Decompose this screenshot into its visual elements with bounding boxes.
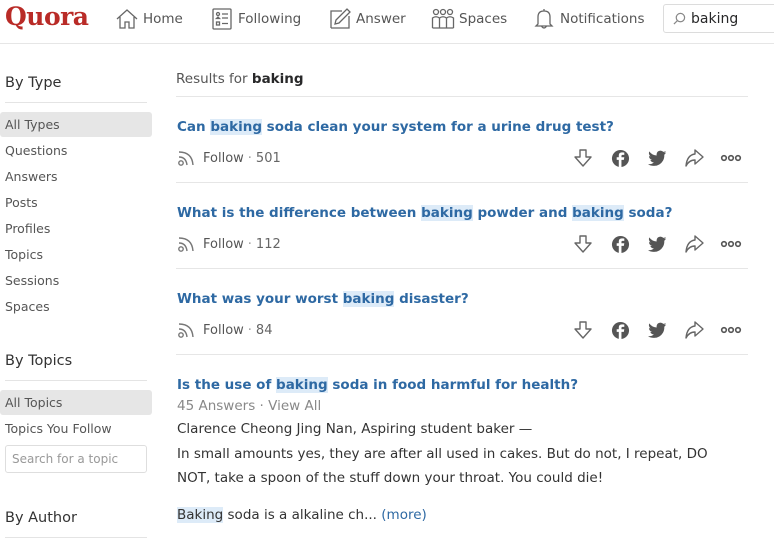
downvote-icon[interactable] bbox=[572, 233, 594, 255]
quora-logo[interactable]: Quora bbox=[5, 2, 89, 31]
following-icon bbox=[212, 8, 232, 30]
filter-sessions[interactable]: Sessions bbox=[0, 268, 152, 293]
divider bbox=[176, 182, 748, 183]
question-title-4[interactable]: Is the use of baking soda in food harmfu… bbox=[177, 377, 578, 393]
share-icon[interactable] bbox=[683, 233, 705, 255]
nav-home-label: Home bbox=[143, 11, 183, 27]
answer-text: In small amounts yes, they are after all… bbox=[177, 446, 708, 486]
facebook-icon[interactable] bbox=[609, 233, 631, 255]
follow-count: 501 bbox=[255, 151, 281, 166]
filter-spaces[interactable]: Spaces bbox=[0, 294, 152, 319]
filter-topics-you-follow[interactable]: Topics You Follow bbox=[0, 416, 152, 441]
facebook-icon[interactable] bbox=[609, 319, 631, 341]
search-icon bbox=[673, 12, 686, 25]
divider bbox=[5, 102, 147, 103]
divider bbox=[176, 96, 748, 97]
home-icon bbox=[116, 9, 138, 29]
downvote-icon[interactable] bbox=[572, 147, 594, 169]
more-icon[interactable] bbox=[720, 319, 742, 341]
nav-following[interactable]: Following bbox=[210, 5, 301, 33]
follow-row-3: Follow · 84 bbox=[177, 322, 272, 339]
filter-all-topics[interactable]: All Topics bbox=[0, 390, 152, 415]
share-icon[interactable] bbox=[683, 147, 705, 169]
search-input[interactable] bbox=[691, 10, 774, 27]
nav-notifications-label: Notifications bbox=[560, 11, 645, 27]
top-nav-bar: Quora Home Following Answer Spaces Notif… bbox=[0, 0, 774, 44]
nav-spaces-label: Spaces bbox=[459, 11, 508, 27]
nav-home[interactable]: Home bbox=[115, 5, 183, 33]
follow-button[interactable]: Follow bbox=[203, 323, 244, 338]
question-title-3[interactable]: What was your worst baking disaster? bbox=[177, 291, 469, 307]
follow-count: 112 bbox=[255, 237, 281, 252]
follow-count: 84 bbox=[255, 323, 273, 338]
downvote-icon[interactable] bbox=[572, 319, 594, 341]
by-type-heading: By Type bbox=[5, 75, 62, 91]
filter-questions[interactable]: Questions bbox=[0, 138, 152, 163]
results-query: baking bbox=[251, 71, 304, 87]
action-bar-3 bbox=[572, 319, 742, 341]
action-bar-1 bbox=[572, 147, 742, 169]
question-title-2[interactable]: What is the difference between baking po… bbox=[177, 205, 672, 221]
more-link[interactable]: (more) bbox=[381, 507, 427, 523]
filter-topics[interactable]: Topics bbox=[0, 242, 152, 267]
nav-spaces[interactable]: Spaces bbox=[431, 5, 507, 33]
divider bbox=[5, 537, 147, 538]
answers-count: 45 Answers bbox=[177, 398, 256, 414]
results-prefix: Results for bbox=[176, 71, 248, 87]
action-bar-2 bbox=[572, 233, 742, 255]
twitter-icon[interactable] bbox=[646, 233, 668, 255]
answer-author[interactable]: Clarence Cheong Jing Nan, Aspiring stude… bbox=[177, 421, 532, 437]
answer-meta: 45 Answers · View All bbox=[177, 398, 321, 414]
by-topics-heading: By Topics bbox=[5, 353, 73, 369]
spaces-icon bbox=[431, 8, 455, 29]
answer-icon bbox=[330, 8, 351, 29]
divider bbox=[176, 268, 748, 269]
follow-row-2: Follow · 112 bbox=[177, 236, 281, 253]
follow-button[interactable]: Follow bbox=[203, 151, 244, 166]
follow-row-1: Follow · 501 bbox=[177, 150, 281, 167]
separator: · bbox=[259, 398, 269, 414]
more-icon[interactable] bbox=[720, 233, 742, 255]
nav-answer[interactable]: Answer bbox=[328, 5, 406, 33]
nav-answer-label: Answer bbox=[356, 11, 406, 27]
by-author-heading: By Author bbox=[5, 510, 77, 526]
twitter-icon[interactable] bbox=[646, 319, 668, 341]
rss-follow-icon[interactable] bbox=[177, 236, 196, 253]
share-icon[interactable] bbox=[683, 319, 705, 341]
divider bbox=[176, 354, 748, 355]
twitter-icon[interactable] bbox=[646, 147, 668, 169]
filter-profiles[interactable]: Profiles bbox=[0, 216, 152, 241]
rss-follow-icon[interactable] bbox=[177, 322, 196, 339]
rss-follow-icon[interactable] bbox=[177, 150, 196, 167]
filter-all-types[interactable]: All Types bbox=[0, 112, 152, 137]
bell-icon bbox=[534, 9, 554, 29]
facebook-icon[interactable] bbox=[609, 147, 631, 169]
filter-answers[interactable]: Answers bbox=[0, 164, 152, 189]
more-icon[interactable] bbox=[720, 147, 742, 169]
nav-following-label: Following bbox=[238, 11, 302, 27]
separator: · bbox=[247, 151, 252, 166]
topic-search-input[interactable] bbox=[5, 445, 147, 473]
nav-notifications[interactable]: Notifications bbox=[532, 5, 645, 33]
search-box[interactable] bbox=[663, 4, 774, 33]
results-header: Results for baking bbox=[176, 71, 304, 87]
separator: · bbox=[247, 323, 252, 338]
filter-posts[interactable]: Posts bbox=[0, 190, 152, 215]
follow-button[interactable]: Follow bbox=[203, 237, 244, 252]
view-all-link[interactable]: View All bbox=[268, 398, 321, 414]
divider bbox=[5, 380, 147, 381]
question-title-1[interactable]: Can baking soda clean your system for a … bbox=[177, 119, 614, 135]
separator: · bbox=[247, 237, 252, 252]
answer-snippet: Baking soda is a alkaline ch... (more) bbox=[177, 507, 427, 523]
